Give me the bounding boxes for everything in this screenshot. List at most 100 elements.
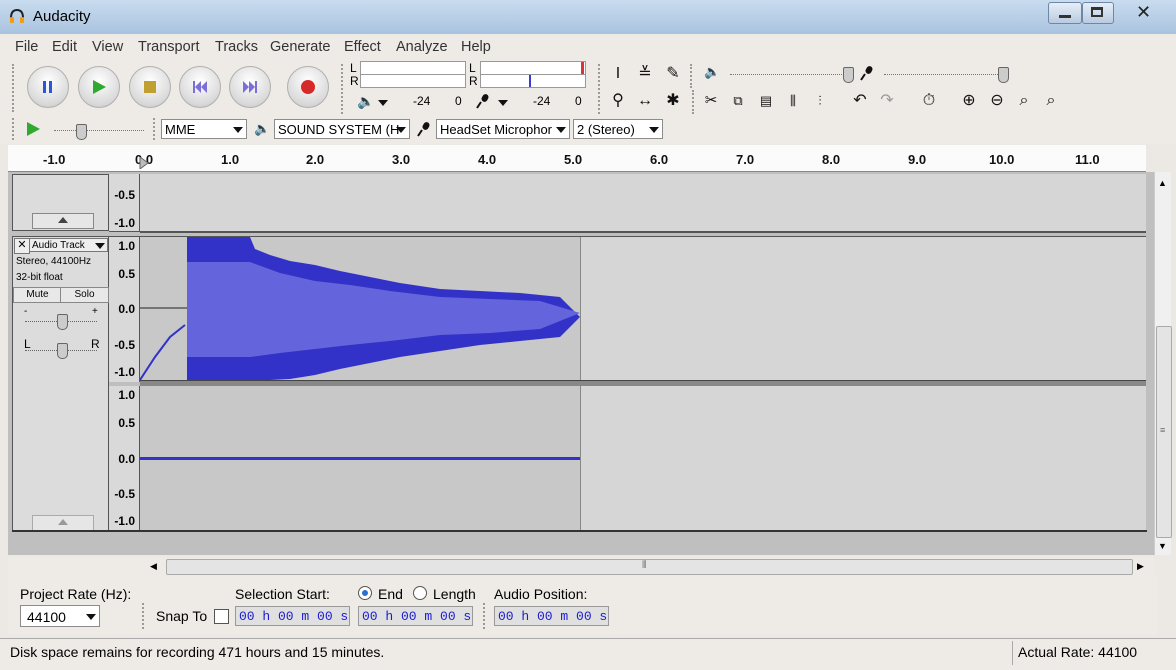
scale-label: 1.0 — [118, 239, 135, 253]
menu-edit[interactable]: Edit — [52, 39, 77, 55]
toolbar-grip[interactable] — [690, 64, 696, 88]
trim-icon[interactable]: ⫼ — [782, 90, 804, 112]
scroll-right-icon[interactable]: ▶ — [1137, 561, 1144, 572]
meter-dropdown-arrow[interactable] — [378, 100, 388, 106]
pause-button[interactable] — [27, 66, 69, 108]
play-at-speed-icon[interactable] — [24, 120, 42, 138]
slider-thumb[interactable] — [57, 314, 68, 330]
pan-left-label: L — [24, 337, 31, 351]
track-name-menu[interactable]: Audio Track — [29, 238, 108, 252]
undo-icon[interactable]: ↶ — [849, 90, 871, 112]
toolbar-grip[interactable] — [142, 603, 146, 629]
solo-button[interactable]: Solo — [60, 287, 109, 303]
collapse-track-button[interactable] — [32, 213, 94, 229]
maximize-button[interactable] — [1082, 2, 1114, 24]
snap-to-checkbox[interactable] — [214, 609, 229, 624]
sync-lock-icon[interactable]: ⏱ — [918, 90, 940, 112]
time-shift-tool-icon[interactable]: ↔ — [634, 90, 656, 112]
multi-tool-icon[interactable]: ✱ — [662, 90, 684, 112]
redo-icon[interactable]: ↷ — [876, 90, 898, 112]
record-button[interactable] — [287, 66, 329, 108]
vertical-scale[interactable]: 1.0 0.5 0.0 -0.5 -1.0 — [109, 386, 140, 531]
end-radio[interactable] — [358, 586, 372, 600]
input-device-select[interactable]: HeadSet Microphor — [436, 119, 570, 139]
zoom-tool-icon[interactable]: ⚲ — [607, 90, 629, 112]
audio-clip[interactable] — [139, 237, 581, 381]
slider-thumb[interactable] — [998, 67, 1009, 83]
zoom-out-icon[interactable]: ⊖ — [986, 90, 1008, 112]
menu-effect[interactable]: Effect — [344, 39, 381, 55]
toolbar-grip[interactable] — [153, 118, 159, 140]
slider-thumb[interactable] — [57, 343, 68, 359]
collapse-track-button[interactable] — [32, 515, 94, 531]
record-meter[interactable] — [480, 61, 586, 75]
menu-file[interactable]: File — [15, 39, 38, 55]
menu-analyze[interactable]: Analyze — [396, 39, 448, 55]
input-channels-select[interactable]: 2 (Stereo) — [573, 119, 663, 139]
stop-button[interactable] — [129, 66, 171, 108]
meter-dropdown-arrow[interactable] — [498, 100, 508, 106]
output-device-select[interactable]: SOUND SYSTEM (H — [274, 119, 410, 139]
play-button[interactable] — [78, 66, 120, 108]
selection-end-time[interactable]: 00 h 00 m 00 s — [358, 606, 473, 626]
output-volume-slider[interactable] — [730, 74, 850, 76]
toolbar-grip[interactable] — [341, 64, 347, 114]
track-waveform-area[interactable] — [140, 174, 1146, 233]
meter-right-label: R — [469, 74, 478, 88]
close-button[interactable]: ✕ — [1114, 2, 1172, 22]
scroll-left-icon[interactable]: ◀ — [150, 561, 157, 572]
vertical-scale[interactable]: -0.5 -1.0 — [109, 174, 140, 232]
slider-thumb[interactable] — [76, 124, 87, 140]
toolbar-grip[interactable] — [598, 64, 604, 114]
paste-icon[interactable]: ▤ — [755, 90, 777, 112]
gain-plus-label: + — [92, 306, 98, 317]
audio-clip[interactable] — [140, 386, 581, 531]
menu-transport[interactable]: Transport — [138, 39, 200, 55]
selection-start-time[interactable]: 00 h 00 m 00 s — [235, 606, 350, 626]
menu-help[interactable]: Help — [461, 39, 491, 55]
minimize-button[interactable] — [1048, 2, 1082, 24]
toolbar-grip[interactable] — [12, 64, 18, 112]
silence-icon[interactable]: ⫶ — [809, 90, 831, 112]
project-rate-select[interactable]: 44100 — [20, 605, 100, 627]
fit-selection-icon[interactable]: ⌕ — [1013, 90, 1035, 112]
play-speed-slider[interactable] — [54, 130, 144, 132]
menu-tracks[interactable]: Tracks — [215, 39, 258, 55]
scrollbar-thumb[interactable]: ≡ — [1156, 326, 1172, 538]
toolbar-grip[interactable] — [483, 603, 487, 629]
scroll-down-icon[interactable]: ▼ — [1158, 541, 1167, 551]
envelope-tool-icon[interactable]: ≚ — [634, 63, 656, 85]
snap-to-label: Snap To — [156, 608, 208, 624]
menu-view[interactable]: View — [92, 39, 123, 55]
cut-icon[interactable]: ✂ — [700, 90, 722, 112]
draw-tool-icon[interactable]: ✎ — [662, 63, 684, 85]
copy-icon[interactable]: ⧉ — [727, 90, 749, 112]
slider-thumb[interactable] — [843, 67, 854, 83]
close-track-button[interactable]: ✕ — [14, 238, 30, 254]
vertical-scrollbar[interactable]: ▲ ≡ ▼ — [1154, 172, 1172, 555]
scroll-up-icon[interactable]: ▲ — [1158, 178, 1167, 188]
vertical-scale[interactable]: 1.0 0.5 0.0 -0.5 -1.0 — [109, 236, 140, 382]
record-meter[interactable] — [480, 74, 586, 88]
audio-host-select[interactable]: MME — [161, 119, 247, 139]
microphone-icon — [417, 122, 430, 137]
mute-button[interactable]: Mute — [13, 287, 62, 303]
audio-position-time[interactable]: 00 h 00 m 00 s — [494, 606, 609, 626]
timeline-ruler[interactable]: -1.0 0.0 1.0 2.0 3.0 4.0 5.0 6.0 7.0 8.0… — [8, 145, 1146, 172]
selection-tool-icon[interactable]: I — [607, 63, 629, 85]
menu-generate[interactable]: Generate — [270, 39, 330, 55]
length-radio[interactable] — [413, 586, 427, 600]
zoom-in-icon[interactable]: ⊕ — [958, 90, 980, 112]
skip-to-end-button[interactable] — [229, 66, 271, 108]
toolbar-grip[interactable] — [12, 118, 18, 140]
fit-project-icon[interactable]: ⌕ — [1040, 90, 1062, 112]
playback-meter[interactable] — [360, 61, 466, 75]
toolbar-grip[interactable] — [692, 90, 698, 114]
speaker-icon[interactable]: 🔈 — [357, 93, 374, 110]
microphone-icon[interactable] — [474, 92, 492, 110]
track-control-panel: ✕ Audio Track Stereo, 44100Hz 32-bit flo… — [12, 236, 109, 531]
scrollbar-thumb[interactable]: ⦀ — [166, 559, 1133, 575]
skip-to-start-button[interactable] — [179, 66, 221, 108]
playback-meter[interactable] — [360, 74, 466, 88]
input-volume-slider[interactable] — [884, 74, 1004, 76]
